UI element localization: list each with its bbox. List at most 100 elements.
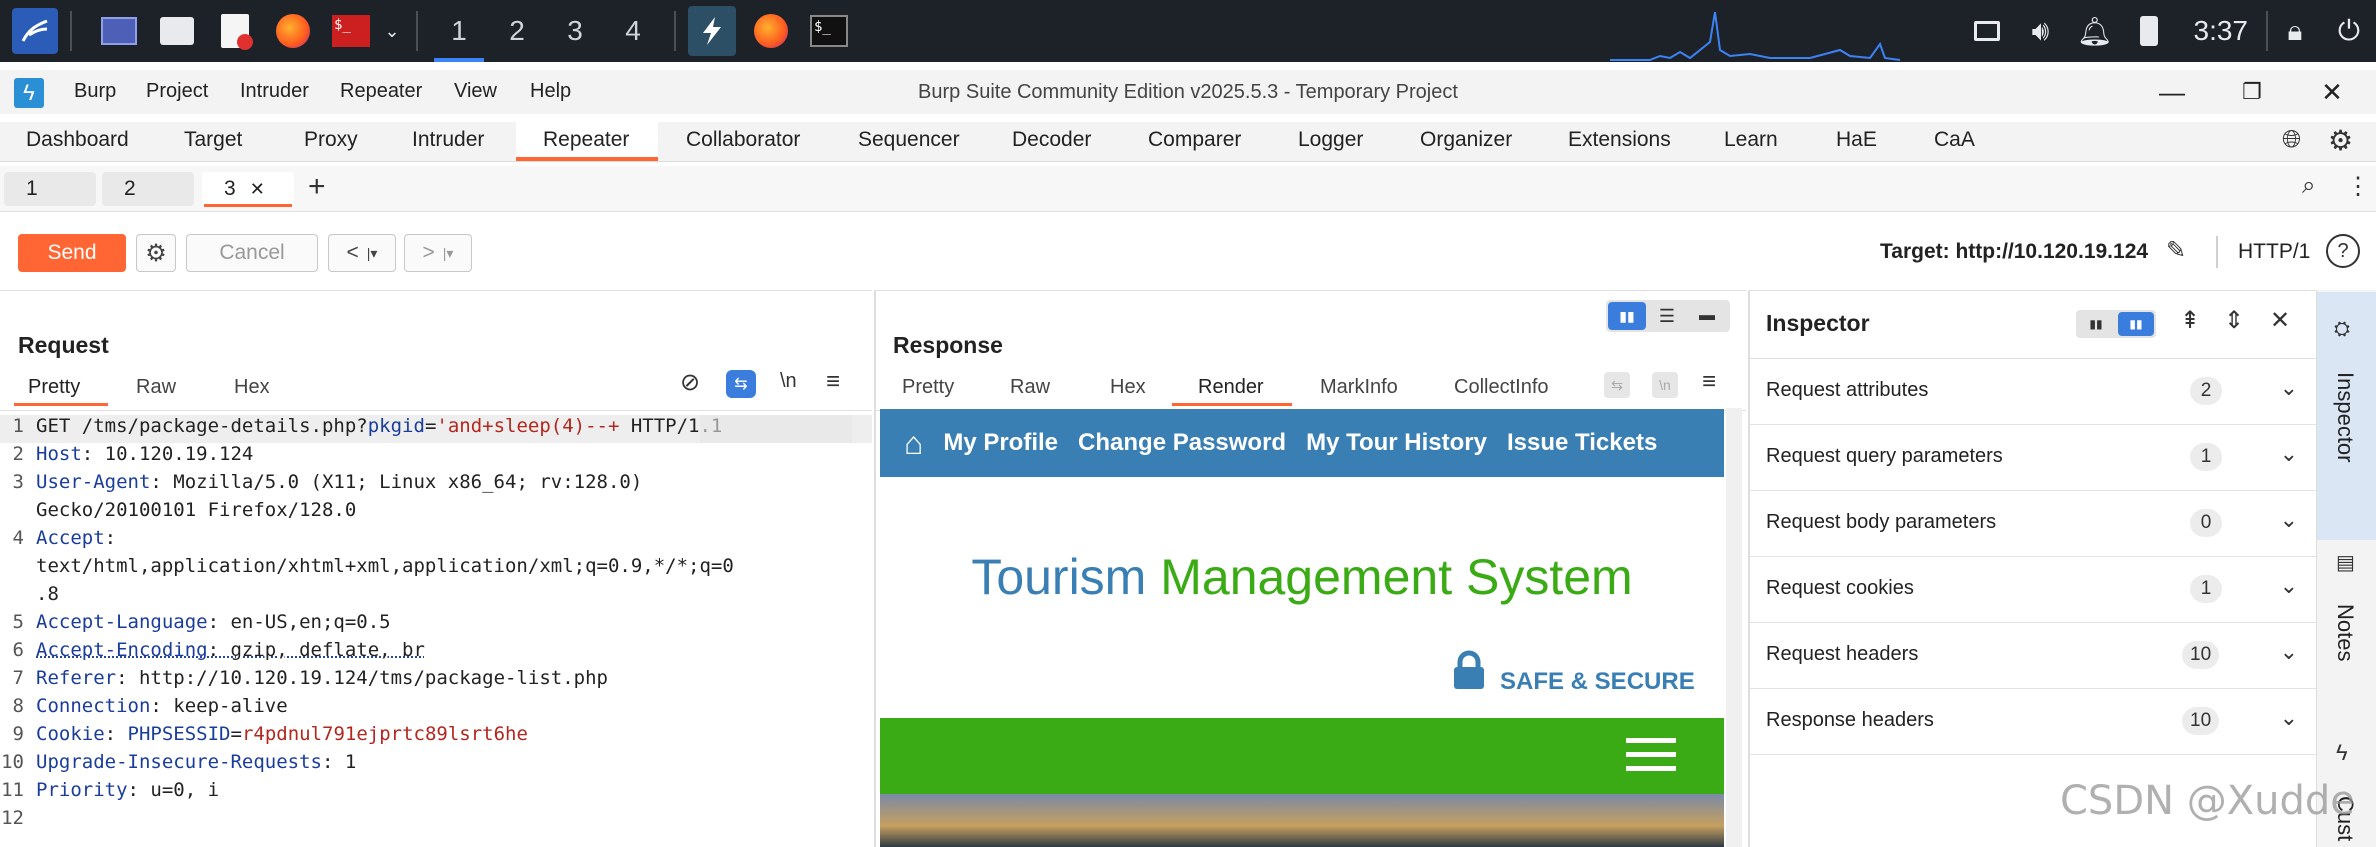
- wrap-lines-icon[interactable]: ⇆: [1604, 372, 1630, 398]
- notes-icon[interactable]: ▤: [2336, 550, 2355, 575]
- tab-logger[interactable]: Logger: [1298, 128, 1363, 152]
- request-line[interactable]: 8 Connection: keep-alive: [0, 695, 872, 723]
- newline-toggle-icon[interactable]: \n: [780, 370, 797, 393]
- request-tab-pretty[interactable]: Pretty: [28, 376, 80, 399]
- response-tab-hex[interactable]: Hex: [1110, 376, 1146, 399]
- more-vertical-icon[interactable]: ⋮: [2346, 172, 2370, 201]
- repeater-tab-1[interactable]: 1: [4, 172, 96, 206]
- tab-decoder[interactable]: Decoder: [1012, 128, 1091, 152]
- chevron-down-icon[interactable]: ⌄: [2280, 507, 2298, 533]
- request-editor[interactable]: 1 GET /tms/package-details.php?pkgid='and…: [0, 415, 872, 847]
- close-icon[interactable]: ✕: [2312, 74, 2352, 110]
- inspector-row-request-attributes[interactable]: Request attributes 2 ⌄: [1750, 359, 2316, 425]
- request-line[interactable]: 6 Accept-Encoding: gzip, deflate, br: [0, 639, 872, 667]
- help-icon[interactable]: ?: [2326, 234, 2360, 268]
- minimize-icon[interactable]: —: [2152, 74, 2192, 110]
- restore-icon[interactable]: ❐: [2232, 74, 2272, 110]
- newline-toggle-icon[interactable]: \n: [1652, 372, 1678, 398]
- request-line[interactable]: 4 Accept:: [0, 527, 872, 555]
- volume-icon[interactable]: 🔊︎: [2014, 0, 2068, 62]
- response-tab-render[interactable]: Render: [1198, 376, 1264, 399]
- cancel-button[interactable]: Cancel: [186, 234, 318, 272]
- inspector-layout-a-icon[interactable]: ▮▮: [2078, 312, 2114, 336]
- inspector-row-request-cookies[interactable]: Request cookies 1 ⌄: [1750, 557, 2316, 623]
- close-tab-icon[interactable]: ✕: [250, 179, 265, 200]
- tab-organizer[interactable]: Organizer: [1420, 128, 1512, 152]
- terminal-icon[interactable]: $_: [806, 8, 852, 54]
- render-nav-issue-tickets[interactable]: Issue Tickets: [1507, 429, 1657, 457]
- request-line[interactable]: Gecko/20100101 Firefox/128.0: [0, 499, 872, 527]
- inspector-layout-b-icon[interactable]: ▮▮: [2118, 312, 2154, 336]
- power-icon[interactable]: ⏻: [2322, 0, 2376, 62]
- send-button[interactable]: Send: [18, 234, 126, 272]
- response-tab-pretty[interactable]: Pretty: [902, 376, 954, 399]
- tab-repeater[interactable]: Repeater: [543, 128, 629, 152]
- request-line[interactable]: 3 User-Agent: Mozilla/5.0 (X11; Linux x86…: [0, 471, 872, 499]
- tab-sequencer[interactable]: Sequencer: [858, 128, 960, 152]
- settings-gear-icon[interactable]: ⚙: [2328, 124, 2353, 157]
- firefox-icon[interactable]: [748, 8, 794, 54]
- home-icon[interactable]: ⌂: [904, 425, 923, 462]
- desktop-icon[interactable]: [96, 8, 142, 54]
- lock-icon[interactable]: 🔒︎: [2268, 0, 2322, 62]
- custom-action-icon[interactable]: ϟ: [2336, 740, 2348, 766]
- settings-icon[interactable]: ⚙: [136, 234, 176, 272]
- request-line[interactable]: 10 Upgrade-Insecure-Requests: 1: [0, 751, 872, 779]
- render-nav-my-profile[interactable]: My Profile: [943, 429, 1058, 457]
- tab-hae[interactable]: HaE: [1836, 128, 1877, 152]
- tab-comparer[interactable]: Comparer: [1148, 128, 1241, 152]
- layout-stack-icon[interactable]: ☰: [1648, 302, 1686, 330]
- tab-learn[interactable]: Learn: [1724, 128, 1778, 152]
- response-tab-raw[interactable]: Raw: [1010, 376, 1050, 399]
- rail-tab-inspector[interactable]: Inspector: [2332, 372, 2358, 463]
- chevron-down-icon[interactable]: ⌄: [2280, 375, 2298, 401]
- repeater-tab-3[interactable]: 3 ✕: [202, 172, 294, 206]
- hide-eye-icon[interactable]: ⊘: [680, 368, 700, 397]
- battery-icon[interactable]: [2122, 0, 2176, 62]
- request-line[interactable]: text/html,application/xhtml+xml,applicat…: [0, 555, 872, 583]
- expand-all-icon[interactable]: ⇕: [2224, 306, 2244, 335]
- burp-icon[interactable]: [688, 6, 736, 56]
- workspace-2[interactable]: 2: [488, 0, 546, 62]
- hamburger-menu-icon[interactable]: [1626, 738, 1676, 774]
- layout-single-icon[interactable]: ▬: [1688, 302, 1726, 330]
- inspector-row-request-headers[interactable]: Request headers 10 ⌄: [1750, 623, 2316, 689]
- tab-caa[interactable]: CaA: [1934, 128, 1975, 152]
- add-tab-icon[interactable]: +: [308, 170, 326, 204]
- wrap-lines-icon[interactable]: ⇆: [726, 370, 756, 398]
- request-line[interactable]: 12: [0, 807, 872, 835]
- chevron-down-icon[interactable]: ⌄: [380, 8, 404, 54]
- request-line[interactable]: .8: [0, 583, 872, 611]
- request-tab-hex[interactable]: Hex: [234, 376, 270, 399]
- search-icon[interactable]: ⌕: [2302, 172, 2315, 200]
- firefox-icon[interactable]: [270, 8, 316, 54]
- render-nav-change-password[interactable]: Change Password: [1078, 429, 1286, 457]
- clock[interactable]: 3:37: [2176, 15, 2267, 47]
- files-icon[interactable]: [154, 8, 200, 54]
- tab-target[interactable]: Target: [184, 128, 242, 152]
- workspace-3[interactable]: 3: [546, 0, 604, 62]
- response-tab-markinfo[interactable]: MarkInfo: [1320, 376, 1398, 399]
- menu-hamburger-icon[interactable]: ≡: [826, 368, 840, 396]
- globe-icon[interactable]: 🌐︎: [2282, 126, 2301, 154]
- inspector-row-body-parameters[interactable]: Request body parameters 0 ⌄: [1750, 491, 2316, 557]
- response-tab-collectinfo[interactable]: CollectInfo: [1454, 376, 1549, 399]
- request-tab-raw[interactable]: Raw: [136, 376, 176, 399]
- text-editor-icon[interactable]: [212, 8, 258, 54]
- layout-split-icon[interactable]: ▮▮: [1608, 302, 1646, 330]
- collapse-all-icon[interactable]: ⇞: [2180, 306, 2200, 335]
- tab-dashboard[interactable]: Dashboard: [26, 128, 129, 152]
- display-icon[interactable]: [1960, 0, 2014, 62]
- chevron-down-icon[interactable]: ⌄: [2280, 705, 2298, 731]
- inspector-row-response-headers[interactable]: Response headers 10 ⌄: [1750, 689, 2316, 755]
- tab-extensions[interactable]: Extensions: [1568, 128, 1671, 152]
- chevron-down-icon[interactable]: ⌄: [2280, 573, 2298, 599]
- forward-button[interactable]: > |▾: [404, 234, 472, 272]
- tab-collaborator[interactable]: Collaborator: [686, 128, 800, 152]
- menu-hamburger-icon[interactable]: ≡: [1702, 368, 1716, 396]
- workspace-1[interactable]: 1: [430, 0, 488, 62]
- chevron-down-icon[interactable]: ⌄: [2280, 441, 2298, 467]
- tab-intruder[interactable]: Intruder: [412, 128, 484, 152]
- terminal-red-icon[interactable]: $_: [328, 8, 374, 54]
- request-line[interactable]: 11 Priority: u=0, i: [0, 779, 872, 807]
